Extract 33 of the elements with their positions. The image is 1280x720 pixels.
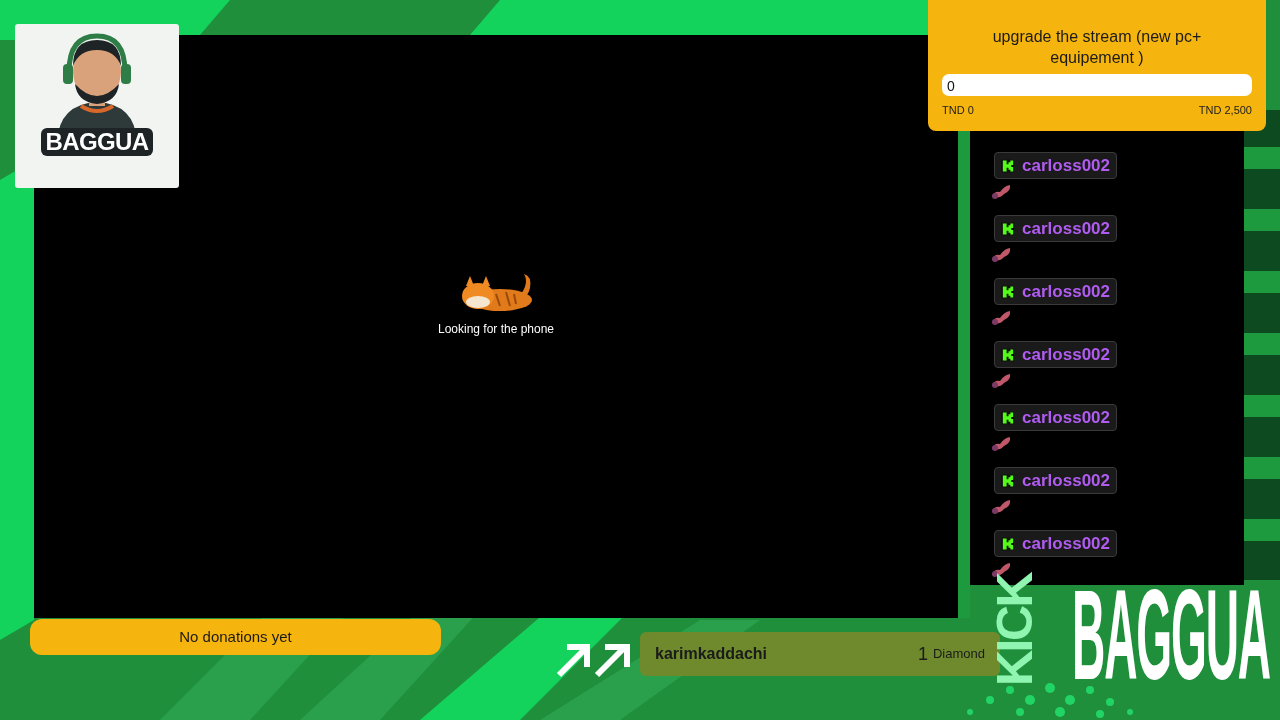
chat-username: carloss002: [1022, 469, 1110, 492]
emote-icon: [990, 182, 1012, 200]
goal-min-label: TND 0: [942, 103, 974, 118]
alert-unit: Diamond: [932, 645, 985, 664]
chat-username: carloss002: [1022, 406, 1110, 429]
emote-icon: [990, 497, 1012, 515]
platform-icon: [1001, 347, 1015, 362]
logo-text: BAGGUA: [41, 128, 153, 156]
emote-icon: [990, 434, 1012, 452]
chat-username: carloss002: [1022, 280, 1110, 303]
alert-username: karimkaddachi: [655, 644, 769, 664]
platform-icon: [1001, 221, 1015, 236]
platform-icon: [1001, 473, 1015, 488]
double-arrow-icon: [555, 642, 633, 678]
platform-icon: [1001, 410, 1015, 425]
platform-wordmark: KICK: [990, 573, 1040, 687]
alert-amount: 1: [917, 642, 928, 666]
emote-icon: [990, 308, 1012, 326]
brand-wordmark: BAGGUA: [1072, 588, 1270, 682]
chat-username: carloss002: [1022, 532, 1110, 555]
goal-max-label: TND 2,500: [1198, 103, 1252, 118]
goal-title: upgrade the stream (new pc+ equipement ): [991, 27, 1203, 68]
platform-icon: [1001, 158, 1015, 173]
chat-username: carloss002: [1022, 154, 1110, 177]
chat-username: carloss002: [1022, 217, 1110, 240]
emote-icon: [990, 371, 1012, 389]
donations-banner: No donations yet: [30, 619, 441, 655]
platform-icon: [1001, 536, 1015, 551]
chat-username: carloss002: [1022, 343, 1110, 366]
progress-value: 0: [946, 78, 955, 94]
video-caption: Looking for the phone: [437, 321, 555, 338]
platform-icon: [1001, 284, 1015, 299]
emote-icon: [990, 245, 1012, 263]
